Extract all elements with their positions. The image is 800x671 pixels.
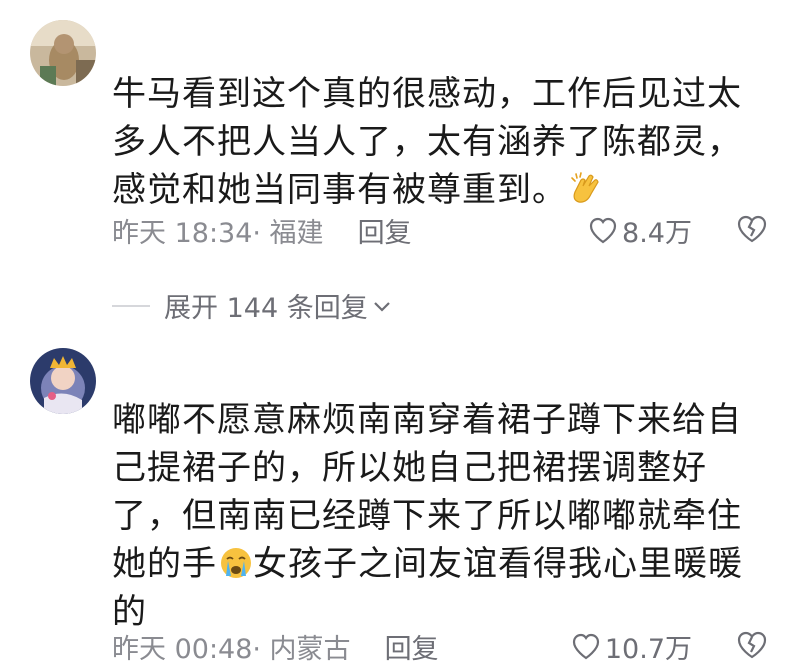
comment-time-location: 昨天 18:34· 福建	[112, 217, 324, 249]
broken-heart-icon	[737, 631, 767, 659]
dislike-button[interactable]	[736, 214, 768, 251]
comment-meta: 昨天 18:34· 福建 回复 8.4万	[112, 210, 772, 250]
heart-icon	[589, 217, 617, 244]
divider-line	[112, 304, 150, 307]
dislike-button[interactable]	[736, 630, 768, 667]
like-button[interactable]: 8.4万	[588, 211, 692, 250]
comment-text: 嘟嘟不愿意麻烦南南穿着裙子蹲下来给自 己提裙子的，所以她自己把裙摆调整好 了，但…	[112, 396, 772, 636]
clapping-hands-icon	[569, 171, 603, 205]
comment-meta: 昨天 00:48· 内蒙古 回复 10.7万	[112, 626, 772, 666]
crying-face-icon	[219, 545, 253, 579]
chevron-down-icon	[373, 301, 390, 312]
expand-replies-label: 展开 144 条回复	[164, 293, 368, 324]
comment-text-body: 牛马看到这个真的很感动，工作后见过太 多人不把人当人了，太有涵养了陈都灵， 感觉…	[112, 74, 742, 210]
heart-icon	[572, 633, 599, 660]
like-count: 8.4万	[622, 217, 692, 249]
user-avatar[interactable]	[30, 20, 96, 86]
like-button[interactable]: 10.7万	[571, 627, 692, 666]
expand-replies-button[interactable]: 展开 144 条回复	[112, 286, 392, 325]
broken-heart-icon	[737, 215, 767, 243]
reply-button[interactable]: 回复	[358, 211, 412, 250]
user-avatar[interactable]	[30, 348, 96, 414]
reply-button[interactable]: 回复	[385, 627, 439, 666]
like-count: 10.7万	[604, 633, 692, 665]
comment-text: 牛马看到这个真的很感动，工作后见过太 多人不把人当人了，太有涵养了陈都灵， 感觉…	[112, 70, 772, 214]
comment-time-location: 昨天 00:48· 内蒙古	[112, 633, 351, 665]
